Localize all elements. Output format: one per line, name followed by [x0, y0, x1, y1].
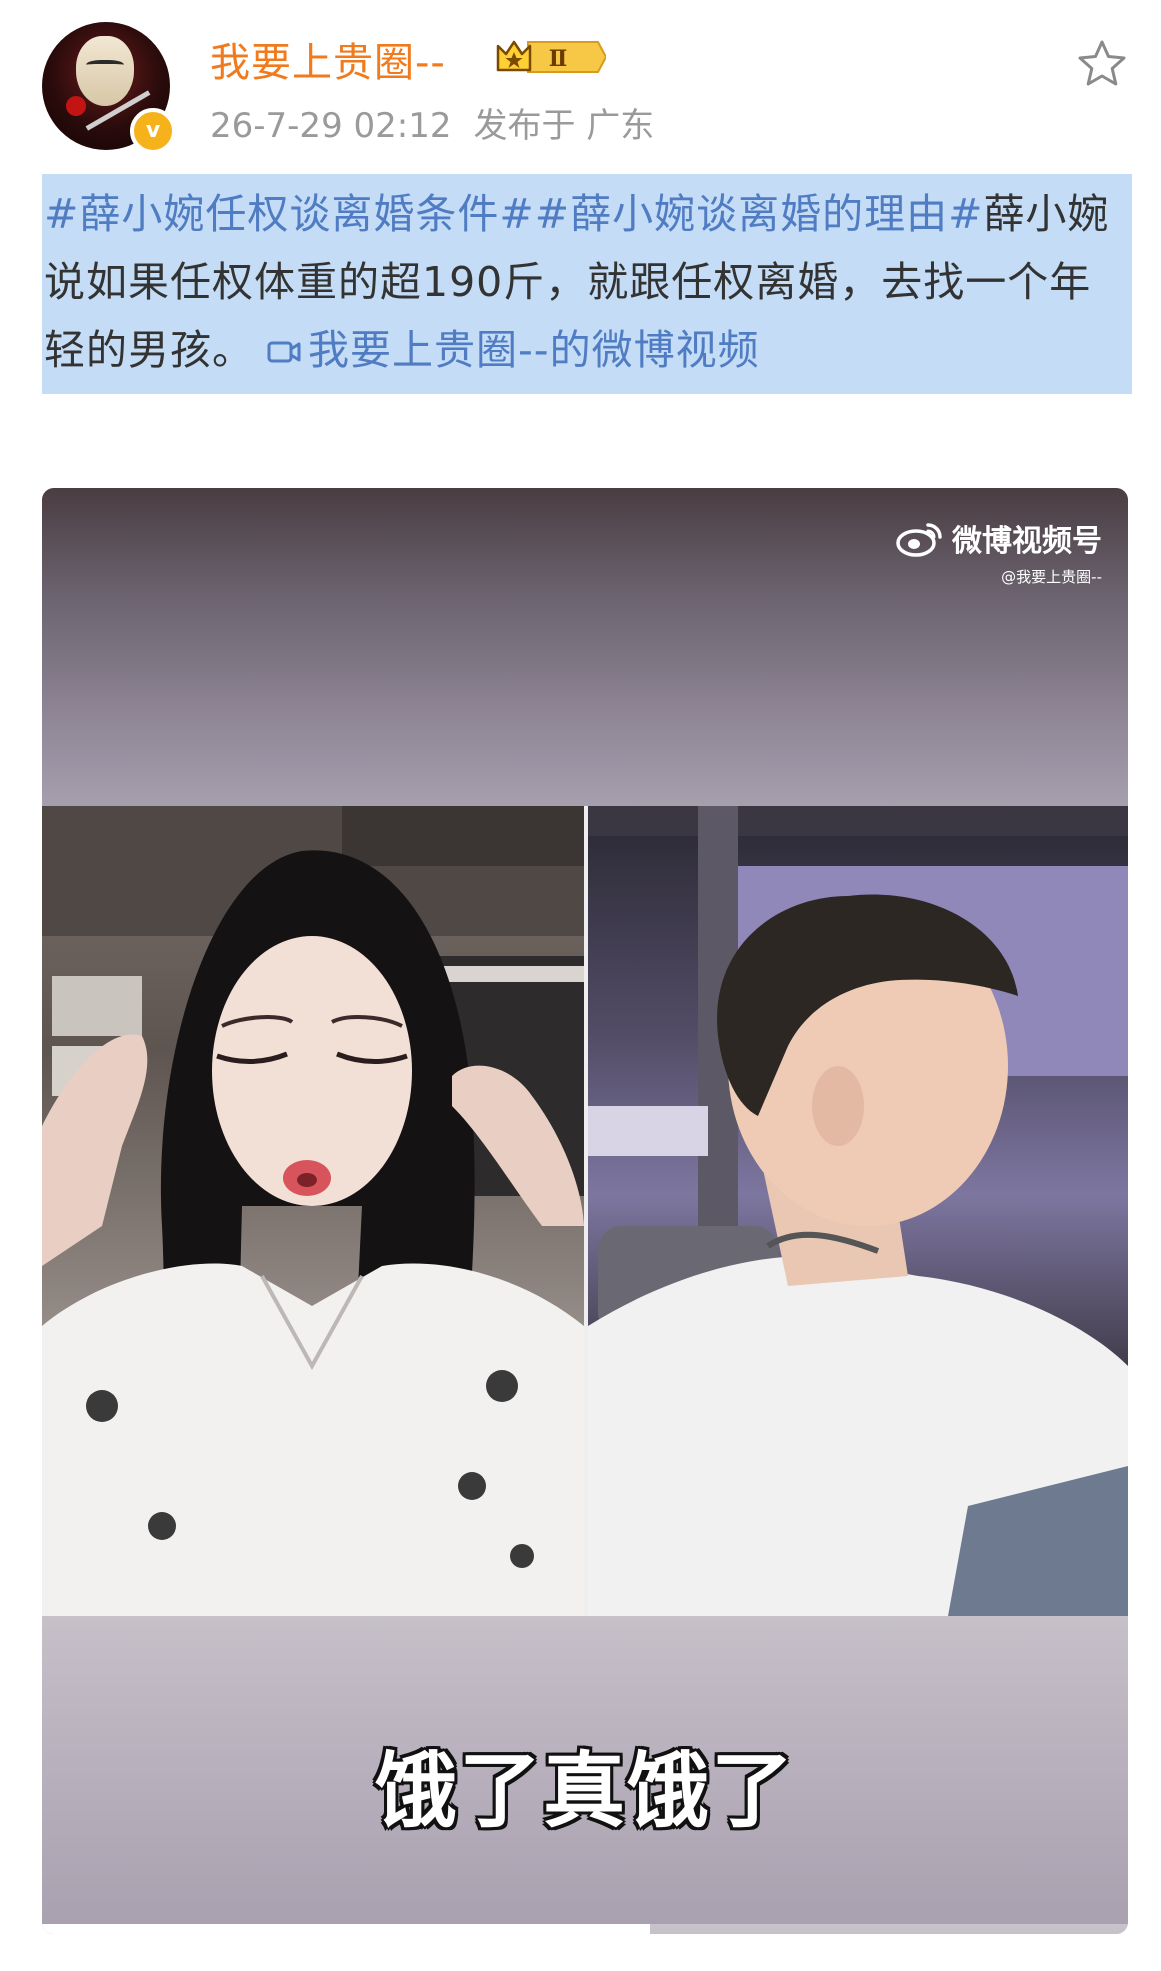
video-right-frame	[588, 806, 1128, 1616]
video-source-link[interactable]: 我要上贵圈--的微博视频	[254, 326, 760, 374]
hashtag-link[interactable]: #薛小婉任权谈离婚条件#	[44, 190, 535, 238]
level-text: Ⅱ	[549, 46, 568, 72]
weibo-logo-icon	[896, 523, 942, 557]
star-icon[interactable]	[1074, 36, 1130, 92]
avatar-rose-graphic	[66, 96, 86, 116]
video-left-frame	[42, 806, 584, 1616]
video-left-frame-graphic	[42, 806, 584, 1616]
verified-icon: v	[130, 108, 176, 154]
video-watermark: 微博视频号 @我要上贵圈--	[896, 516, 1102, 587]
post-timestamp: 26-7-29 02:12	[210, 106, 452, 146]
video-player[interactable]: 微博视频号 @我要上贵圈-- 饿了真饿了	[42, 488, 1128, 1934]
crown-icon: Ⅱ	[496, 40, 606, 73]
avatar-mask-graphic	[76, 36, 134, 106]
video-subtitle: 饿了真饿了	[374, 1744, 795, 1839]
username[interactable]: 我要上贵圈--	[210, 30, 446, 88]
post-meta: 26-7-29 02:12 发布于 广东	[210, 98, 654, 147]
video-right-frame-graphic	[588, 806, 1128, 1616]
video-link-label: 我要上贵圈--的微博视频	[308, 326, 760, 374]
watermark-title: 微博视频号	[952, 524, 1102, 559]
hashtag-link[interactable]: #薛小婉谈离婚的理由#	[535, 190, 984, 238]
post-text: #薛小婉任权谈离婚条件##薛小婉谈离婚的理由#薛小婉说如果任权体重的超190斤，…	[42, 174, 1132, 394]
post-location: 发布于 广东	[473, 106, 655, 146]
video-icon	[267, 341, 301, 363]
video-progress-fill	[42, 1924, 651, 1934]
watermark-handle: @我要上贵圈--	[1001, 568, 1102, 586]
video-progress-bar[interactable]	[42, 1924, 1128, 1934]
